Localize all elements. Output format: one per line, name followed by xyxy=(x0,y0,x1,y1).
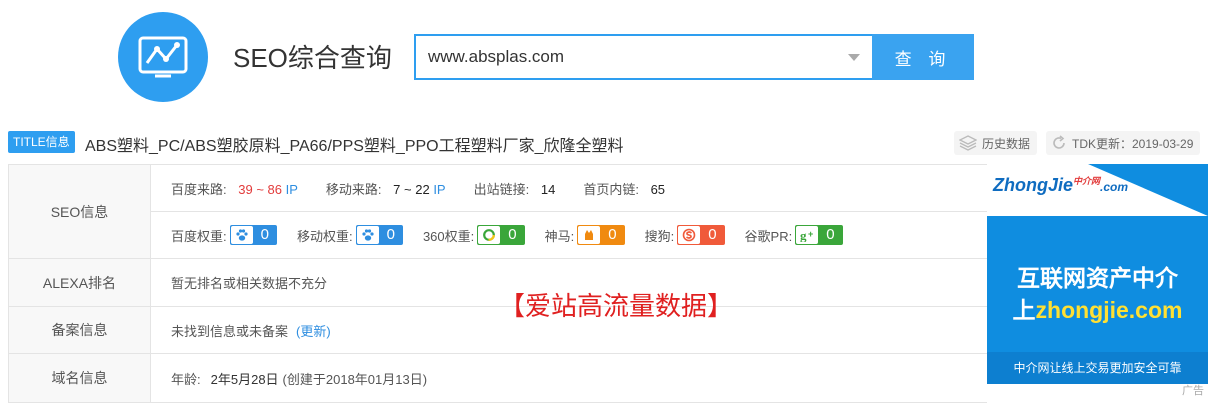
tdk-update-label: TDK更新：2019-03-29 xyxy=(1072,136,1194,151)
beian-row: 备案信息 未找到信息或未备案 (更新) xyxy=(9,307,987,354)
weight-360-badge[interactable]: 0 xyxy=(477,225,525,245)
beian-value: 未找到信息或未备案 xyxy=(171,323,289,339)
svg-text:+: + xyxy=(808,229,813,239)
search-box xyxy=(414,34,872,80)
svg-text:g: g xyxy=(800,228,807,242)
domain-age-label: 年龄: xyxy=(171,371,201,387)
title-badge: TITLE信息 xyxy=(8,131,75,153)
search-input[interactable] xyxy=(416,37,848,77)
ad-headline: 互联网资产中介 xyxy=(1017,265,1178,291)
baidu-weight-badge[interactable]: 0 xyxy=(229,225,277,245)
history-data-label: 历史数据 xyxy=(982,136,1031,151)
search-button[interactable]: 查 询 xyxy=(872,34,974,80)
chevron-down-icon[interactable] xyxy=(848,53,860,61)
watermark-text: 【爱站高流量数据】 xyxy=(499,291,734,321)
zhongjie-logo: ZhongJie中介网.com xyxy=(993,175,1129,195)
site-title-text: ABS塑料_PC/ABS塑胶原料_PA66/PPS塑料_PPO工程塑料厂家_欣隆… xyxy=(85,138,624,155)
homepage-links-value[interactable]: 65 xyxy=(651,182,665,197)
shenma-weight-badge[interactable]: 0 xyxy=(577,225,625,245)
domain-age-value[interactable]: 2年5月28日 xyxy=(211,369,279,388)
tdk-update-button[interactable]: TDK更新：2019-03-29 xyxy=(1046,131,1201,155)
google-pr-badge[interactable]: g + 0 xyxy=(795,225,843,245)
baidu-traffic-value[interactable]: 39 ~ 86 xyxy=(238,182,282,197)
ad-bottom-text: 中介网让线上交易更加安全可靠 xyxy=(987,352,1208,384)
seo-info-table: SEO信息 百度来路: 39 ~ 86 IP 移动来路: 7 ~ 22 IP 出… xyxy=(8,164,987,403)
mobile-weight-badge[interactable]: 0 xyxy=(355,225,403,245)
domain-row: 域名信息 年龄: 2年5月28日 (创建于2018年01月13日) xyxy=(9,354,987,402)
ad-tag: 广告 xyxy=(1182,385,1204,397)
domain-label: 域名信息 xyxy=(9,354,151,402)
traffic-line: 百度来路: 39 ~ 86 IP 移动来路: 7 ~ 22 IP 出站链接: 1… xyxy=(171,181,666,197)
refresh-icon xyxy=(1053,135,1065,149)
history-data-button[interactable]: 历史数据 xyxy=(954,131,1038,155)
page-title: SEO综合查询 xyxy=(233,43,392,73)
paw-icon xyxy=(356,226,379,244)
beian-update-link[interactable]: (更新) xyxy=(296,321,331,340)
domain-created: (创建于2018年01月13日) xyxy=(282,371,428,387)
ring-360-icon xyxy=(478,226,501,244)
beian-label: 备案信息 xyxy=(9,307,151,353)
outlinks-value[interactable]: 14 xyxy=(541,182,555,197)
seo-row: SEO信息 百度来路: 39 ~ 86 IP 移动来路: 7 ~ 22 IP 出… xyxy=(9,165,987,259)
ad-domain-line: 上zhongjie.com xyxy=(1012,297,1183,323)
mobile-traffic-value[interactable]: 7 ~ 22 xyxy=(393,182,430,197)
sogou-weight-badge[interactable]: 0 xyxy=(677,225,725,245)
ad-banner[interactable]: ZhongJie中介网.com 互联网资产中介 上zhongjie.com 中介… xyxy=(987,164,1208,400)
horse-icon xyxy=(578,226,601,244)
paw-icon xyxy=(230,226,253,244)
seo-label: SEO信息 xyxy=(9,165,151,258)
layers-icon xyxy=(959,135,977,151)
chart-monitor-icon xyxy=(138,36,188,78)
sogou-s-icon xyxy=(678,226,701,244)
alexa-label: ALEXA排名 xyxy=(9,259,151,306)
alexa-row: ALEXA排名 暂无排名或相关数据不充分 xyxy=(9,259,987,307)
google-plus-icon: g + xyxy=(796,226,819,244)
weights-line: 百度权重: 0 移动权重: 0 360权重: 0 神马: 0 搜狗: 0 谷歌P… xyxy=(151,211,987,258)
site-logo[interactable] xyxy=(118,12,208,102)
